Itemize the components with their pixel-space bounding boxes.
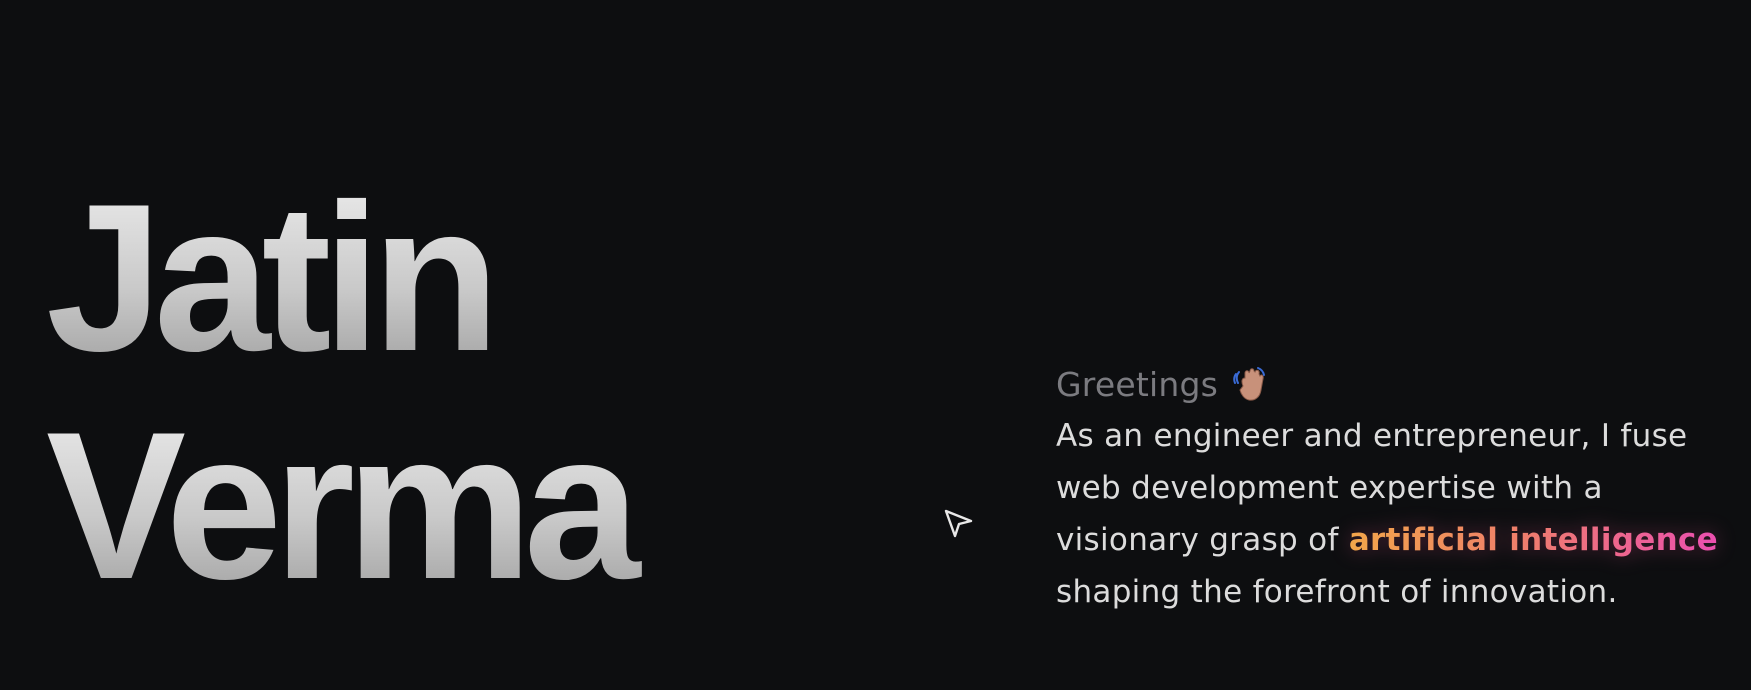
greeting: Greetings [1056, 360, 1736, 408]
bio-line: As an engineer and entrepreneur, I fuse [1056, 418, 1688, 454]
bio-paragraph: As an engineer and entrepreneur, I fuse … [1056, 410, 1736, 618]
bio-line: visionary grasp of artificial intelligen… [1056, 514, 1736, 566]
greeting-text: Greetings [1056, 364, 1218, 404]
bio-line-prefix: visionary grasp of [1056, 522, 1349, 558]
bio-line: web development expertise with a [1056, 470, 1603, 506]
waving-hand-icon [1233, 367, 1265, 401]
bio-line: shaping the forefront of innovation. [1056, 574, 1618, 610]
ai-highlight: artificial intelligence [1348, 522, 1718, 558]
intro-section: Greetings As an engineer and entrepreneu… [1056, 360, 1736, 618]
first-name: Jatin [46, 164, 746, 392]
hero-name: Jatin Verma [46, 164, 746, 620]
pointer-cursor-icon [944, 509, 973, 538]
last-name: Verma [46, 392, 746, 620]
